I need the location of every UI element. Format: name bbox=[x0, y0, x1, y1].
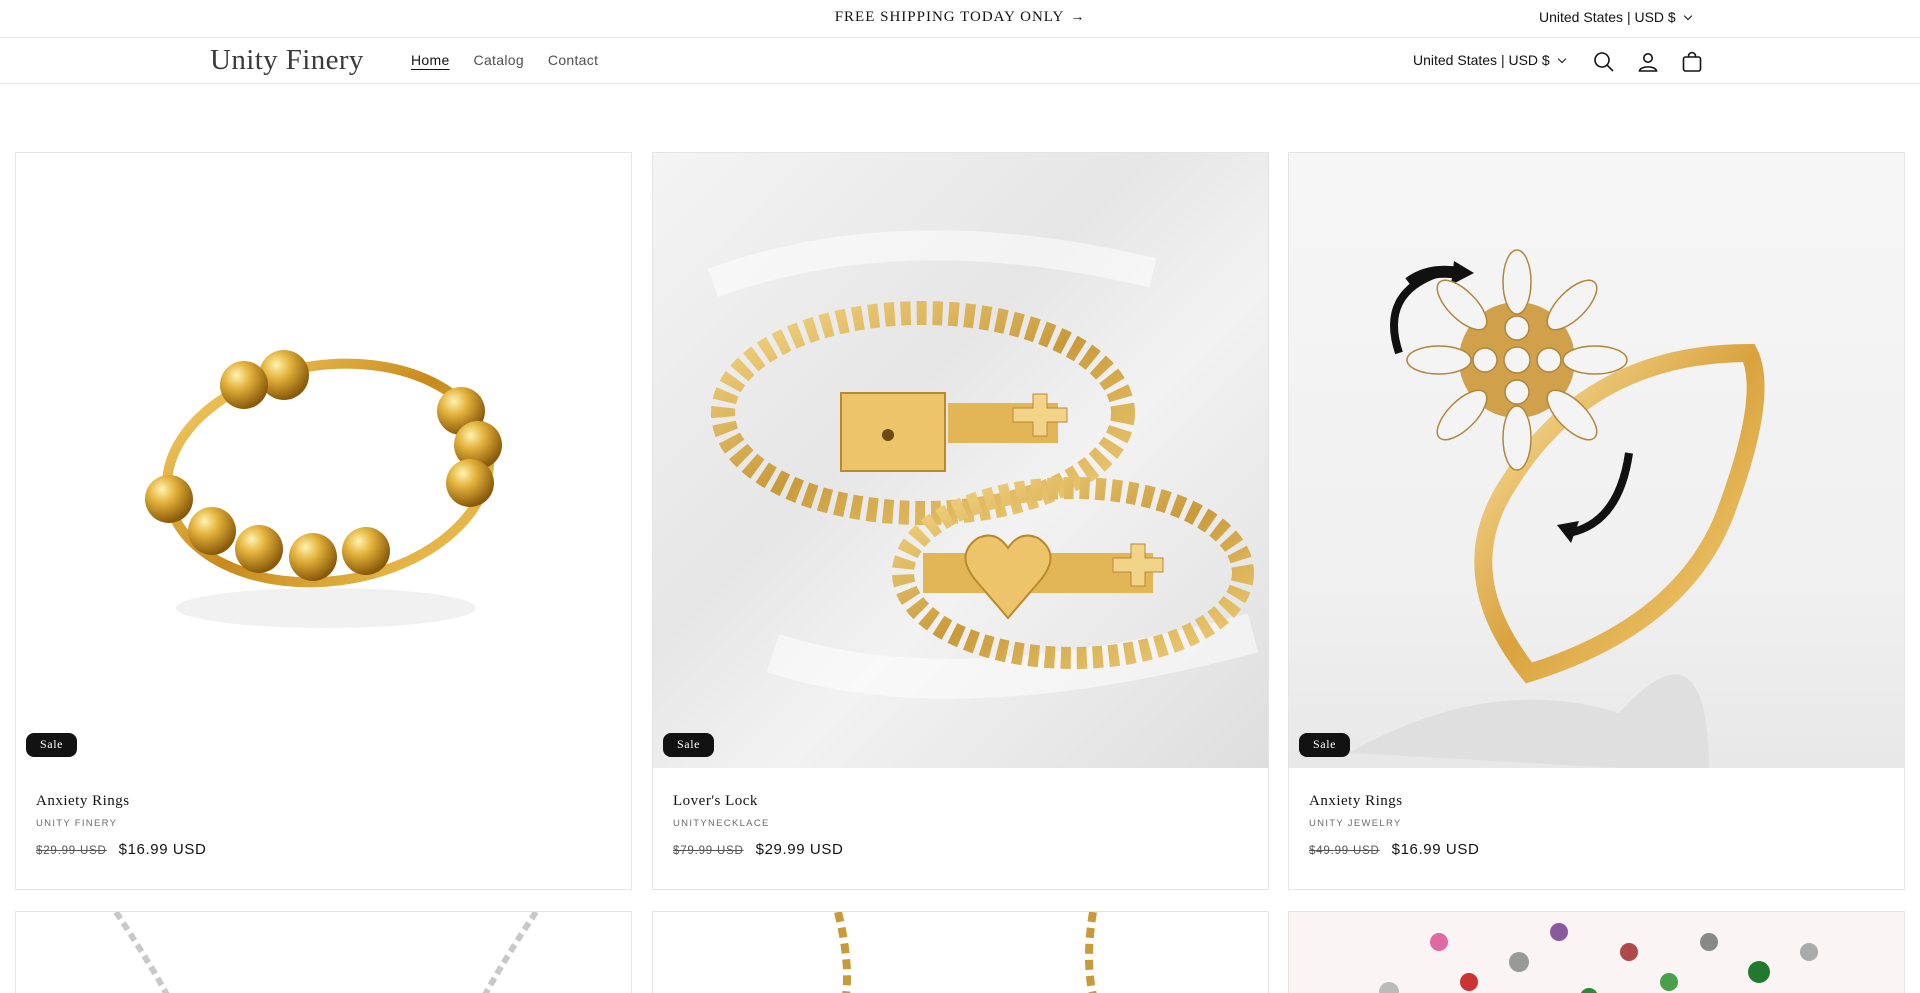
site-header: Unity Finery Home Catalog Contact United… bbox=[0, 39, 1920, 84]
country-selector-top[interactable]: United States | USD $ bbox=[1539, 9, 1692, 25]
product-vendor: UNITYNECKLACE bbox=[673, 818, 770, 829]
product-card[interactable] bbox=[15, 911, 632, 993]
cart-icon[interactable] bbox=[1680, 50, 1704, 74]
sale-badge: Sale bbox=[1299, 733, 1351, 757]
sale-price: $29.99 USD bbox=[755, 841, 844, 858]
product-card[interactable]: Sale Lover's Lock UNITYNECKLACE $79.99 U… bbox=[652, 152, 1269, 890]
product-image[interactable] bbox=[1289, 912, 1904, 993]
product-card[interactable] bbox=[652, 911, 1269, 993]
sale-badge: Sale bbox=[26, 733, 78, 757]
product-image[interactable] bbox=[16, 153, 631, 768]
nav-home[interactable]: Home bbox=[411, 52, 450, 68]
product-title[interactable]: Lover's Lock bbox=[673, 793, 758, 810]
arrow-right-icon: → bbox=[1070, 10, 1086, 25]
product-image[interactable] bbox=[1289, 153, 1904, 768]
product-price: $29.99 USD $16.99 USD bbox=[36, 841, 206, 858]
search-icon[interactable] bbox=[1592, 50, 1616, 74]
compare-at-price: $49.99 USD bbox=[1309, 845, 1380, 857]
product-card[interactable]: Sale Anxiety Rings UNITY JEWELRY $49.99 … bbox=[1288, 152, 1905, 890]
sale-price: $16.99 USD bbox=[1391, 841, 1480, 858]
nav-contact[interactable]: Contact bbox=[548, 52, 598, 68]
product-image[interactable] bbox=[653, 153, 1268, 768]
product-card[interactable] bbox=[1288, 911, 1905, 993]
product-title[interactable]: Anxiety Rings bbox=[1309, 793, 1403, 810]
announcement-bar: FREE SHIPPING TODAY ONLY → United States … bbox=[0, 0, 1920, 38]
product-image[interactable] bbox=[16, 912, 631, 993]
sale-badge: Sale bbox=[663, 733, 715, 757]
main-nav: Home Catalog Contact bbox=[411, 52, 622, 68]
product-vendor: UNITY JEWELRY bbox=[1309, 818, 1402, 829]
nav-catalog[interactable]: Catalog bbox=[474, 52, 524, 68]
country-selector-label[interactable]: United States | USD $ bbox=[1413, 52, 1550, 68]
country-selector-header[interactable]: United States | USD $ bbox=[1413, 52, 1566, 68]
chevron-down-icon bbox=[1557, 54, 1566, 64]
sale-price: $16.99 USD bbox=[118, 841, 207, 858]
compare-at-price: $29.99 USD bbox=[36, 845, 107, 857]
compare-at-price: $79.99 USD bbox=[673, 845, 744, 857]
announcement-text[interactable]: FREE SHIPPING TODAY ONLY bbox=[835, 9, 1065, 25]
store-logo[interactable]: Unity Finery bbox=[210, 44, 364, 77]
product-card[interactable]: Sale Anxiety Rings UNITY FINERY $29.99 U… bbox=[15, 152, 632, 890]
product-price: $49.99 USD $16.99 USD bbox=[1309, 841, 1479, 858]
country-selector-label[interactable]: United States | USD $ bbox=[1539, 9, 1676, 25]
chevron-down-icon bbox=[1683, 11, 1692, 21]
product-vendor: UNITY FINERY bbox=[36, 818, 118, 829]
product-price: $79.99 USD $29.99 USD bbox=[673, 841, 843, 858]
product-title[interactable]: Anxiety Rings bbox=[36, 793, 130, 810]
account-icon[interactable] bbox=[1636, 50, 1660, 74]
product-image[interactable] bbox=[653, 912, 1268, 993]
